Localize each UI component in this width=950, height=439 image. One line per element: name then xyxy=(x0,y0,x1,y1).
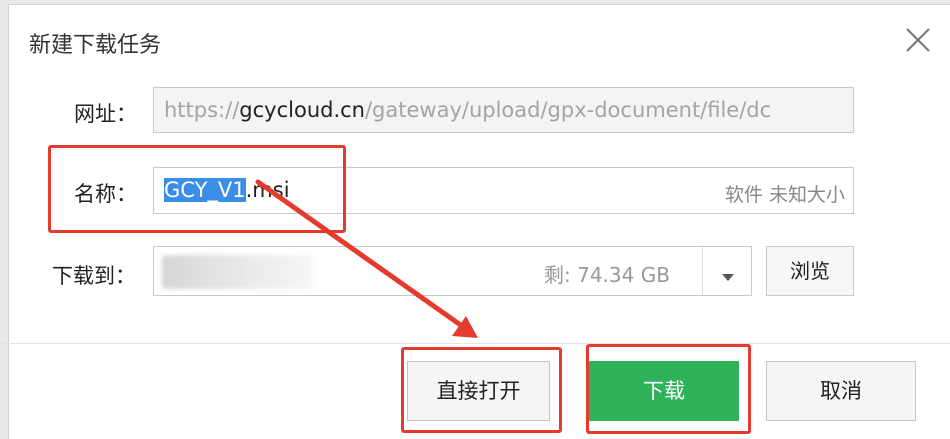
annotation-arrow xyxy=(255,179,478,338)
